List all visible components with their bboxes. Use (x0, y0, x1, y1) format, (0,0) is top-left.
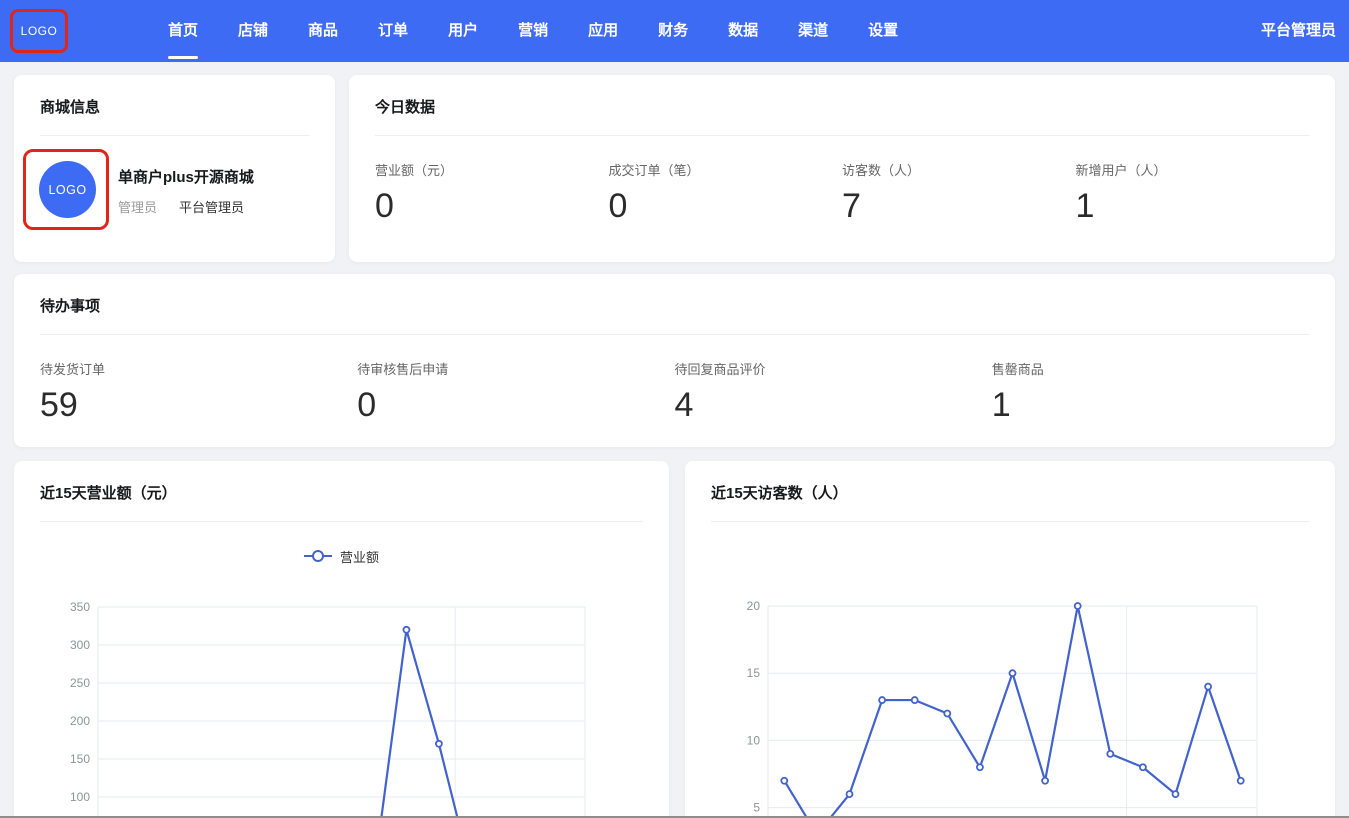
today-data-card: 今日数据 营业额（元） 0 成交订单（笔） 0 访客数（人） 7 新增用户（人）… (349, 75, 1335, 262)
revenue-line-chart-canvas[interactable]: 350 300 250 200 150 100 (14, 461, 669, 818)
stat-label: 待审核售后申请 (357, 359, 674, 378)
visitors-chart-card: 近15天访客数（人） 2015105 (685, 461, 1335, 818)
logo-text: LOGO (21, 24, 58, 38)
svg-text:10: 10 (747, 733, 761, 747)
stat-value[interactable]: 59 (40, 386, 357, 425)
stat-value: 0 (375, 187, 609, 226)
nav-item[interactable]: 数据 (728, 0, 758, 62)
nav-item[interactable]: 财务 (658, 0, 688, 62)
divider (375, 135, 1309, 136)
svg-text:200: 200 (70, 714, 90, 728)
shop-role-row: 管理员 平台管理员 (118, 197, 244, 216)
divider (40, 334, 1309, 335)
svg-text:250: 250 (70, 676, 90, 690)
card-title: 待办事项 (40, 295, 100, 316)
nav-item[interactable]: 用户 (448, 0, 478, 62)
nav-item[interactable]: 应用 (588, 0, 618, 62)
shop-info-card: 商城信息 LOGO 单商户plus开源商城 管理员 平台管理员 (14, 75, 335, 262)
stat-label: 售罄商品 (992, 359, 1309, 378)
stat-value: 1 (1076, 187, 1310, 226)
shop-logo-avatar[interactable]: LOGO (39, 161, 96, 218)
stat-item: 营业额（元） 0 (375, 160, 609, 226)
stat-label: 待发货订单 (40, 359, 357, 378)
nav-item[interactable]: 店铺 (238, 0, 268, 62)
stat-value: 7 (842, 187, 1076, 226)
revenue-chart-card: 近15天营业额（元） 营业额 350300250200150100 (14, 461, 669, 818)
card-title: 商城信息 (40, 96, 100, 117)
role-value: 平台管理员 (179, 197, 244, 216)
nav-item[interactable]: 设置 (868, 0, 898, 62)
visitors-line-chart-canvas[interactable]: 20 15 10 5 (685, 461, 1335, 818)
stat-value: 0 (609, 187, 843, 226)
todo-stats: 待发货订单 59 待审核售后申请 0 待回复商品评价 4 售罄商品 1 (40, 359, 1309, 425)
navbar-user-menu[interactable]: 平台管理员 (1261, 0, 1336, 62)
nav-item[interactable]: 营销 (518, 0, 548, 62)
svg-text:350: 350 (70, 600, 90, 614)
stat-label: 营业额（元） (375, 160, 609, 179)
stat-item: 新增用户（人） 1 (1076, 160, 1310, 226)
nav-item[interactable]: 渠道 (798, 0, 828, 62)
logo-annotation-box[interactable]: LOGO (10, 9, 68, 53)
role-label: 管理员 (118, 197, 157, 216)
top-navbar: LOGO 首页店铺商品订单用户营销应用财务数据渠道设置 平台管理员 (0, 0, 1349, 62)
nav-item[interactable]: 首页 (168, 0, 198, 62)
stat-item: 待审核售后申请 0 (357, 359, 674, 425)
shop-logo-text: LOGO (48, 183, 86, 197)
nav-item[interactable]: 商品 (308, 0, 338, 62)
svg-text:300: 300 (70, 638, 90, 652)
stat-value[interactable]: 0 (357, 386, 674, 425)
divider (40, 135, 309, 136)
stat-item: 成交订单（笔） 0 (609, 160, 843, 226)
svg-text:15: 15 (747, 666, 761, 680)
svg-text:20: 20 (747, 599, 761, 613)
stat-item: 售罄商品 1 (992, 359, 1309, 425)
stat-value[interactable]: 1 (992, 386, 1309, 425)
svg-text:5: 5 (753, 801, 760, 815)
stat-item: 待发货订单 59 (40, 359, 357, 425)
svg-text:100: 100 (70, 790, 90, 804)
nav-item[interactable]: 订单 (378, 0, 408, 62)
stat-label: 访客数（人） (842, 160, 1076, 179)
stat-label: 待回复商品评价 (675, 359, 992, 378)
today-stats: 营业额（元） 0 成交订单（笔） 0 访客数（人） 7 新增用户（人） 1 (375, 160, 1309, 226)
svg-text:150: 150 (70, 752, 90, 766)
card-title: 今日数据 (375, 96, 435, 117)
stat-label: 成交订单（笔） (609, 160, 843, 179)
stat-label: 新增用户（人） (1076, 160, 1310, 179)
todo-card: 待办事项 待发货订单 59 待审核售后申请 0 待回复商品评价 4 售罄商品 1 (14, 274, 1335, 447)
stat-item: 访客数（人） 7 (842, 160, 1076, 226)
stat-value[interactable]: 4 (675, 386, 992, 425)
stat-item: 待回复商品评价 4 (675, 359, 992, 425)
shop-name: 单商户plus开源商城 (118, 166, 254, 187)
nav-menu: 首页店铺商品订单用户营销应用财务数据渠道设置 (168, 0, 898, 62)
